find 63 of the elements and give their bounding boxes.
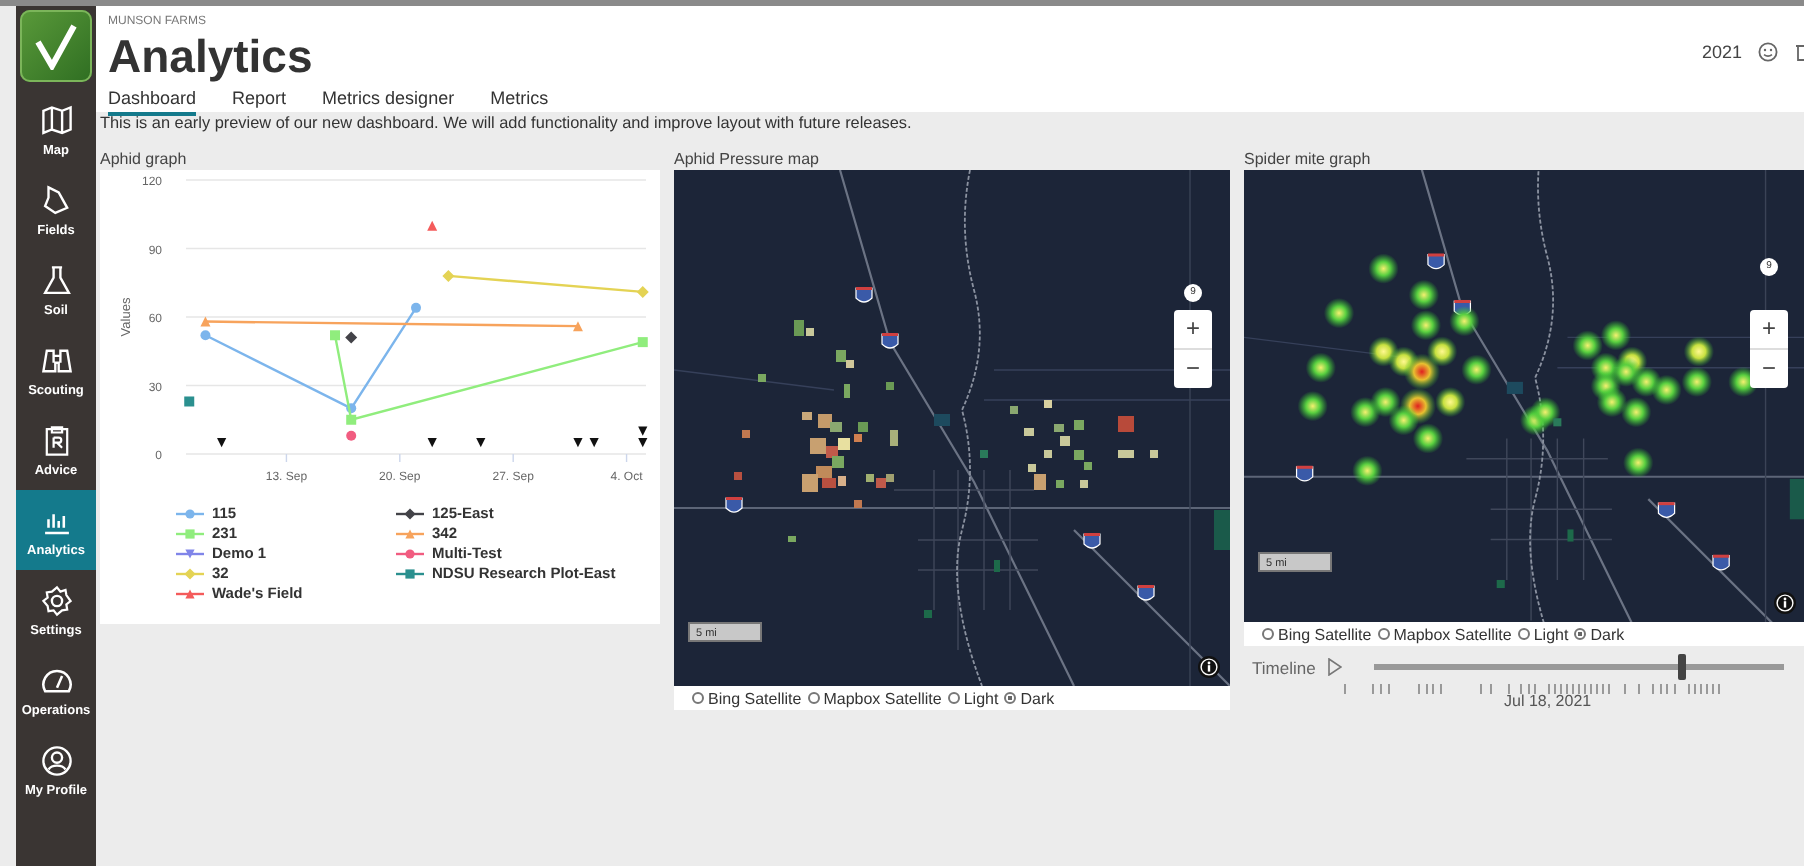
radio-button[interactable] xyxy=(807,692,820,704)
data-point xyxy=(572,321,583,332)
data-point xyxy=(637,337,648,348)
map-icon xyxy=(39,103,73,137)
flag-marker xyxy=(476,438,486,448)
tab[interactable]: Metrics xyxy=(490,88,549,116)
settings-icon xyxy=(39,583,73,617)
app-logo[interactable] xyxy=(20,10,92,82)
radio-button[interactable] xyxy=(692,692,704,704)
zoom-in-button[interactable]: + xyxy=(1750,310,1788,348)
radio-button[interactable] xyxy=(947,692,960,704)
soil-icon xyxy=(39,263,73,297)
info-icon[interactable] xyxy=(1198,656,1220,678)
map-title: Aphid Pressure map xyxy=(674,148,821,170)
data-point xyxy=(442,269,455,282)
data-point xyxy=(200,316,211,327)
zoom-in-button[interactable]: + xyxy=(1174,310,1212,348)
timeline-label: Timeline xyxy=(1252,657,1316,677)
data-point xyxy=(200,330,211,341)
data-point xyxy=(427,220,438,231)
radio-button[interactable] xyxy=(1004,692,1017,704)
map-drawing[interactable] xyxy=(1244,170,1804,622)
radio-label[interactable]: Bing Satellite xyxy=(1278,625,1372,643)
data-point xyxy=(346,430,357,441)
year-label[interactable]: 2021 xyxy=(1701,42,1742,62)
data-point xyxy=(345,331,358,344)
radio-label[interactable]: Light xyxy=(1533,625,1569,643)
tab[interactable]: Dashboard xyxy=(108,88,197,116)
chart-title: Aphid graph xyxy=(100,148,189,170)
radio-button[interactable] xyxy=(1377,628,1390,640)
fields-icon xyxy=(39,183,73,217)
radio-label[interactable]: Mapbox Satellite xyxy=(823,689,942,707)
profile-icon xyxy=(39,743,73,777)
checkmark-icon xyxy=(32,22,80,70)
preview-notice: This is an early preview of our new dashboard. We will add functionality and improve layout with future releases. xyxy=(100,112,914,136)
radio-label[interactable]: Light xyxy=(963,689,999,707)
flag-marker xyxy=(427,438,437,448)
flag-marker xyxy=(573,438,583,448)
radio-button[interactable] xyxy=(1517,628,1530,640)
page-title: Analytics xyxy=(108,32,313,82)
play-icon[interactable] xyxy=(1327,658,1342,676)
radio-label[interactable]: Mapbox Satellite xyxy=(1393,625,1512,643)
smiley-icon[interactable] xyxy=(1758,42,1778,62)
radio-label[interactable]: Dark xyxy=(1590,625,1625,643)
slider-thumb[interactable] xyxy=(1677,654,1686,680)
data-point xyxy=(411,302,421,313)
data-point xyxy=(184,396,195,407)
map-drawing[interactable] xyxy=(674,170,1230,686)
zoom-out-button[interactable]: − xyxy=(1174,348,1212,388)
info-icon[interactable] xyxy=(1774,592,1796,614)
map-title: Spider mite graph xyxy=(1244,148,1373,170)
tab[interactable]: Metrics designer xyxy=(322,88,455,116)
radio-button[interactable] xyxy=(1574,628,1587,640)
zoom-out-button[interactable]: − xyxy=(1750,348,1788,388)
radio-button[interactable] xyxy=(1262,628,1274,640)
data-point xyxy=(330,330,340,341)
flag-marker xyxy=(217,438,227,448)
data-point xyxy=(636,285,649,298)
tab[interactable]: Report xyxy=(232,88,287,116)
radio-label[interactable]: Bing Satellite xyxy=(708,689,802,707)
radio-label[interactable]: Dark xyxy=(1020,689,1055,707)
timeline-date: Jul 18, 2021 xyxy=(1504,692,1594,710)
flag-marker xyxy=(589,438,599,448)
